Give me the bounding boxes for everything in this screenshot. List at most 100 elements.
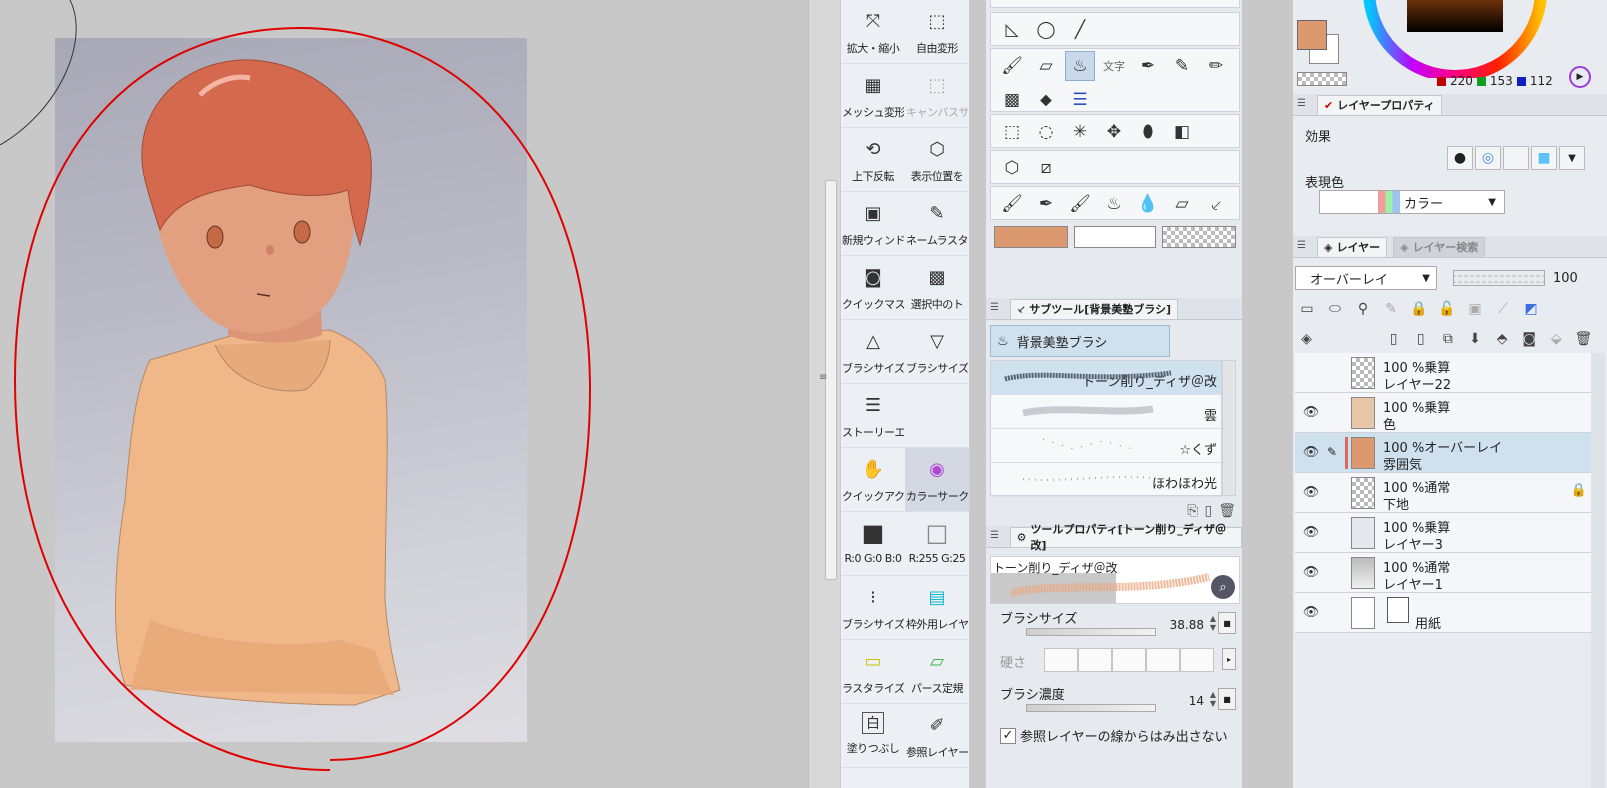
new-subtool-icon[interactable]: ▯	[1205, 503, 1213, 519]
main-color-swatch[interactable]	[994, 226, 1069, 248]
cmd-7[interactable]: ✎ ネームラスタ	[905, 192, 969, 256]
drops-icon[interactable]: 💧	[1133, 189, 1163, 219]
canvas-vertical-scrollbar[interactable]: ≡	[808, 0, 840, 788]
brush-item[interactable]: ☆くず	[991, 429, 1221, 463]
watercolor-icon[interactable]: 🖌	[1065, 189, 1095, 219]
new-folder-icon[interactable]: ⧉	[1436, 328, 1459, 350]
canvas-area[interactable]	[0, 0, 808, 788]
frame-icon[interactable]: ⧄	[1031, 153, 1061, 183]
layer-row[interactable]: 👁 100 %乗算 レイヤー3	[1295, 513, 1595, 553]
layer-mask-icon[interactable]: ◙	[1518, 328, 1541, 350]
mask-icon[interactable]: ▣	[1463, 298, 1487, 320]
brush-item[interactable]: 雲	[991, 395, 1221, 429]
eyedropper-icon[interactable]: ⸔	[1201, 189, 1231, 219]
gradient-icon[interactable]: ◧	[1167, 117, 1197, 147]
layer-stack-icon[interactable]: ◈	[1295, 328, 1318, 350]
border-effect-icon[interactable]: ●	[1447, 146, 1473, 170]
cmd-14[interactable]: ✋ クイックアクセ	[841, 448, 905, 512]
cmd-2[interactable]: ▦ メッシュ変形	[841, 64, 905, 128]
panel-menu-icon[interactable]: ☰	[1297, 240, 1311, 254]
ref-layer-checkbox-row[interactable]: ✓ 参照レイヤーの線からはみ出さない	[1000, 726, 1228, 745]
density-spinner-icon[interactable]: ▲ ▼	[1210, 690, 1216, 708]
layer-tab[interactable]: ◈ レイヤー	[1317, 236, 1388, 257]
layer-color-select-icon[interactable]: ▭	[1295, 298, 1319, 320]
move-icon[interactable]: ✥	[1099, 117, 1129, 147]
cmd-6[interactable]: ▣ 新規ウィンド	[841, 192, 905, 256]
opacity-value[interactable]: 100	[1553, 271, 1578, 286]
rect-select-icon[interactable]: ⬚	[997, 117, 1027, 147]
blend-mode-select[interactable]: オーバーレイ ▼	[1295, 266, 1437, 290]
text-tool-icon[interactable]: 文字	[1099, 51, 1129, 81]
brush-item[interactable]: ほわほわ光	[991, 463, 1221, 497]
cmd-11[interactable]: ▽ ブラシサイズを	[905, 320, 969, 384]
transparent-color-swatch[interactable]	[1161, 226, 1236, 248]
fountain-pen-icon[interactable]: ✒	[1031, 189, 1061, 219]
line-icon[interactable]: ╱	[1065, 15, 1095, 45]
brush-size-slider[interactable]	[1026, 628, 1156, 636]
effect-dropdown-icon[interactable]: ▼	[1559, 146, 1585, 170]
smudge-icon[interactable]: ▱	[1167, 189, 1197, 219]
cmd-8[interactable]: ◙ クイックマスク	[841, 256, 905, 320]
hardness-arrow-icon[interactable]: ▸	[1222, 648, 1236, 670]
eye-icon[interactable]: 👁	[1301, 405, 1321, 420]
cmd-19[interactable]: ▤ 枠外用レイヤ	[905, 576, 969, 640]
brush-size-spinner-icon[interactable]: ▲ ▼	[1210, 614, 1216, 632]
layer-row-selected[interactable]: 👁 ✎ 100 %オーバーレイ 雰囲気	[1295, 433, 1595, 473]
hardness-cells[interactable]	[1044, 648, 1214, 672]
cmd-16[interactable]: ■ R:0 G:0 B:0	[841, 512, 905, 576]
pattern-icon[interactable]: ▩	[997, 85, 1027, 115]
marker-icon[interactable]: ✎	[1167, 51, 1197, 81]
apply-mask-icon[interactable]: ⬙	[1545, 328, 1568, 350]
pencil-icon[interactable]: ✏	[1201, 51, 1231, 81]
cmd-23[interactable]: ✐ 参照レイヤー	[905, 704, 969, 768]
color-wheel[interactable]	[1355, 0, 1555, 78]
transparent-color-chip[interactable]	[1297, 72, 1347, 86]
layer-row[interactable]: 👁 100 %通常 下地 🔒	[1295, 473, 1595, 513]
eye-icon[interactable]: 👁	[1301, 445, 1321, 460]
layer-row[interactable]: 👁 用紙	[1295, 593, 1595, 633]
subtool-tab[interactable]: ⸔ サブツール[背景美塾ブラシ]	[1010, 298, 1179, 319]
layer-row[interactable]: 100 %乗算 レイヤー22	[1295, 353, 1595, 393]
density-value[interactable]: 14	[1189, 694, 1204, 708]
merge-down-icon[interactable]: ⬘	[1491, 328, 1514, 350]
ruler-icon[interactable]: ⟋	[1491, 298, 1515, 320]
layer-search-tab[interactable]: ◈ レイヤー検索	[1393, 236, 1486, 257]
panel-menu-icon[interactable]: ☰	[990, 530, 1004, 544]
subtool-group-button[interactable]: ♨ 背景美塾ブラシ	[990, 325, 1170, 357]
sub-color-swatch[interactable]	[1074, 226, 1156, 248]
main-color-chip[interactable]	[1297, 20, 1327, 50]
layer-row[interactable]: 👁 100 %乗算 色	[1295, 393, 1595, 433]
reference-icon[interactable]: ⚲	[1351, 298, 1375, 320]
density-option-button[interactable]: ■	[1218, 688, 1236, 710]
panel-menu-icon[interactable]: ☰	[990, 302, 1004, 316]
spray-icon[interactable]: ♨	[1099, 189, 1129, 219]
opacity-slider[interactable]	[1453, 270, 1545, 286]
magnifier-icon[interactable]: ⌕	[1211, 575, 1235, 599]
panel-grip-icon[interactable]: ≡	[819, 372, 827, 383]
new-vector-layer-icon[interactable]: ▯	[1409, 328, 1432, 350]
trash-icon[interactable]: 🗑	[1218, 503, 1236, 519]
eye-icon[interactable]: 👁	[1301, 525, 1321, 540]
extract-line-icon[interactable]: ◎	[1475, 146, 1501, 170]
fill-bucket-icon[interactable]: ⬥	[1031, 85, 1061, 115]
cmd-5[interactable]: ⬡ 表示位置を	[905, 128, 969, 192]
magic-wand-icon[interactable]: ✳	[1065, 117, 1095, 147]
eye-icon[interactable]: 👁	[1301, 485, 1321, 500]
cmd-20[interactable]: ▭ ラスタライズ	[841, 640, 905, 704]
cmd-18[interactable]: ⁝ ブラシサイズ	[841, 576, 905, 640]
layer-color-blue-icon[interactable]: ◩	[1519, 298, 1543, 320]
brush-size-option-button[interactable]: ■	[1218, 612, 1236, 634]
cmd-0[interactable]: ⤧ 拡大・縮小	[841, 0, 905, 64]
cmd-12[interactable]: ☰ ストーリーエデ	[841, 384, 905, 448]
lasso-icon[interactable]: ◌	[1031, 117, 1061, 147]
brush-item[interactable]: トーン削り_ディザ＠改	[991, 361, 1221, 395]
brush-list-scrollbar[interactable]	[1222, 360, 1236, 496]
color-mode-switch-icon[interactable]: ▶	[1569, 66, 1591, 88]
eye-icon[interactable]: 👁	[1301, 565, 1321, 580]
layer-row[interactable]: 👁 100 %通常 レイヤー1	[1295, 553, 1595, 593]
cmd-21[interactable]: ▱ パース定規	[905, 640, 969, 704]
delete-layer-icon[interactable]: 🗑	[1572, 328, 1595, 350]
transfer-down-icon[interactable]: ⬇	[1463, 328, 1486, 350]
airbrush-icon[interactable]: ♨	[1065, 51, 1095, 81]
tone-effect-icon[interactable]	[1503, 146, 1529, 170]
